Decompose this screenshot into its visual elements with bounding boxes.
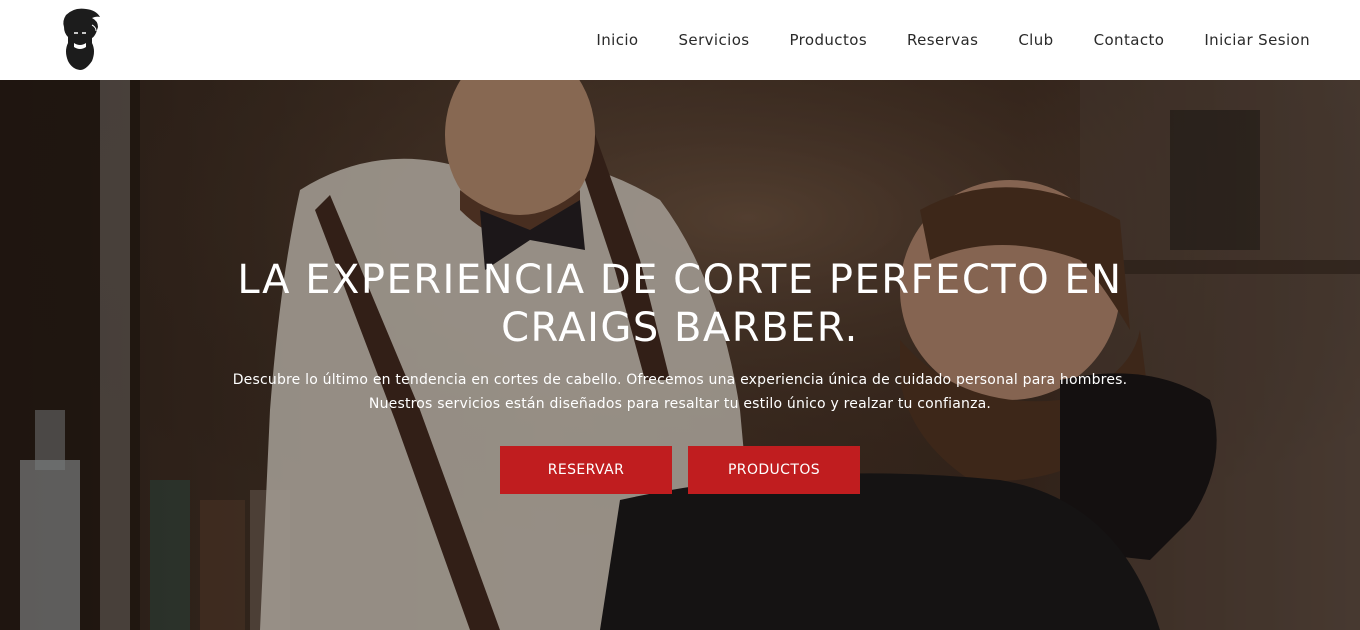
products-button[interactable]: PRODUCTOS: [688, 446, 860, 494]
hero-desc-line1: Descubre lo último en tendencia en corte…: [232, 372, 1128, 388]
bearded-man-logo-icon[interactable]: [52, 7, 108, 71]
hero-description: Descubre lo último en tendencia en corte…: [180, 368, 1180, 416]
hero-title-line1: LA EXPERIENCIA DE CORTE PERFECTO EN: [237, 257, 1123, 303]
reserve-button[interactable]: RESERVAR: [500, 446, 672, 494]
hero-content: LA EXPERIENCIA DE CORTE PERFECTO EN CRAI…: [0, 80, 1360, 630]
nav-reservas[interactable]: Reservas: [907, 31, 978, 49]
nav-inicio[interactable]: Inicio: [596, 31, 638, 49]
hero-desc-line2: Nuestros servicios están diseñados para …: [368, 396, 992, 412]
hero-buttons: RESERVAR PRODUCTOS: [0, 446, 1360, 494]
site-header: Inicio Servicios Productos Reservas Club…: [0, 0, 1360, 80]
hero-title: LA EXPERIENCIA DE CORTE PERFECTO EN CRAI…: [180, 256, 1180, 352]
nav-productos[interactable]: Productos: [789, 31, 867, 49]
hero-title-line2: CRAIGS BARBER.: [501, 305, 859, 351]
nav-iniciar-sesion[interactable]: Iniciar Sesion: [1204, 31, 1310, 49]
hero-section: LA EXPERIENCIA DE CORTE PERFECTO EN CRAI…: [0, 80, 1360, 630]
nav-servicios[interactable]: Servicios: [679, 31, 750, 49]
nav-contacto[interactable]: Contacto: [1094, 31, 1165, 49]
nav-club[interactable]: Club: [1018, 31, 1053, 49]
main-nav: Inicio Servicios Productos Reservas Club…: [596, 0, 1310, 80]
